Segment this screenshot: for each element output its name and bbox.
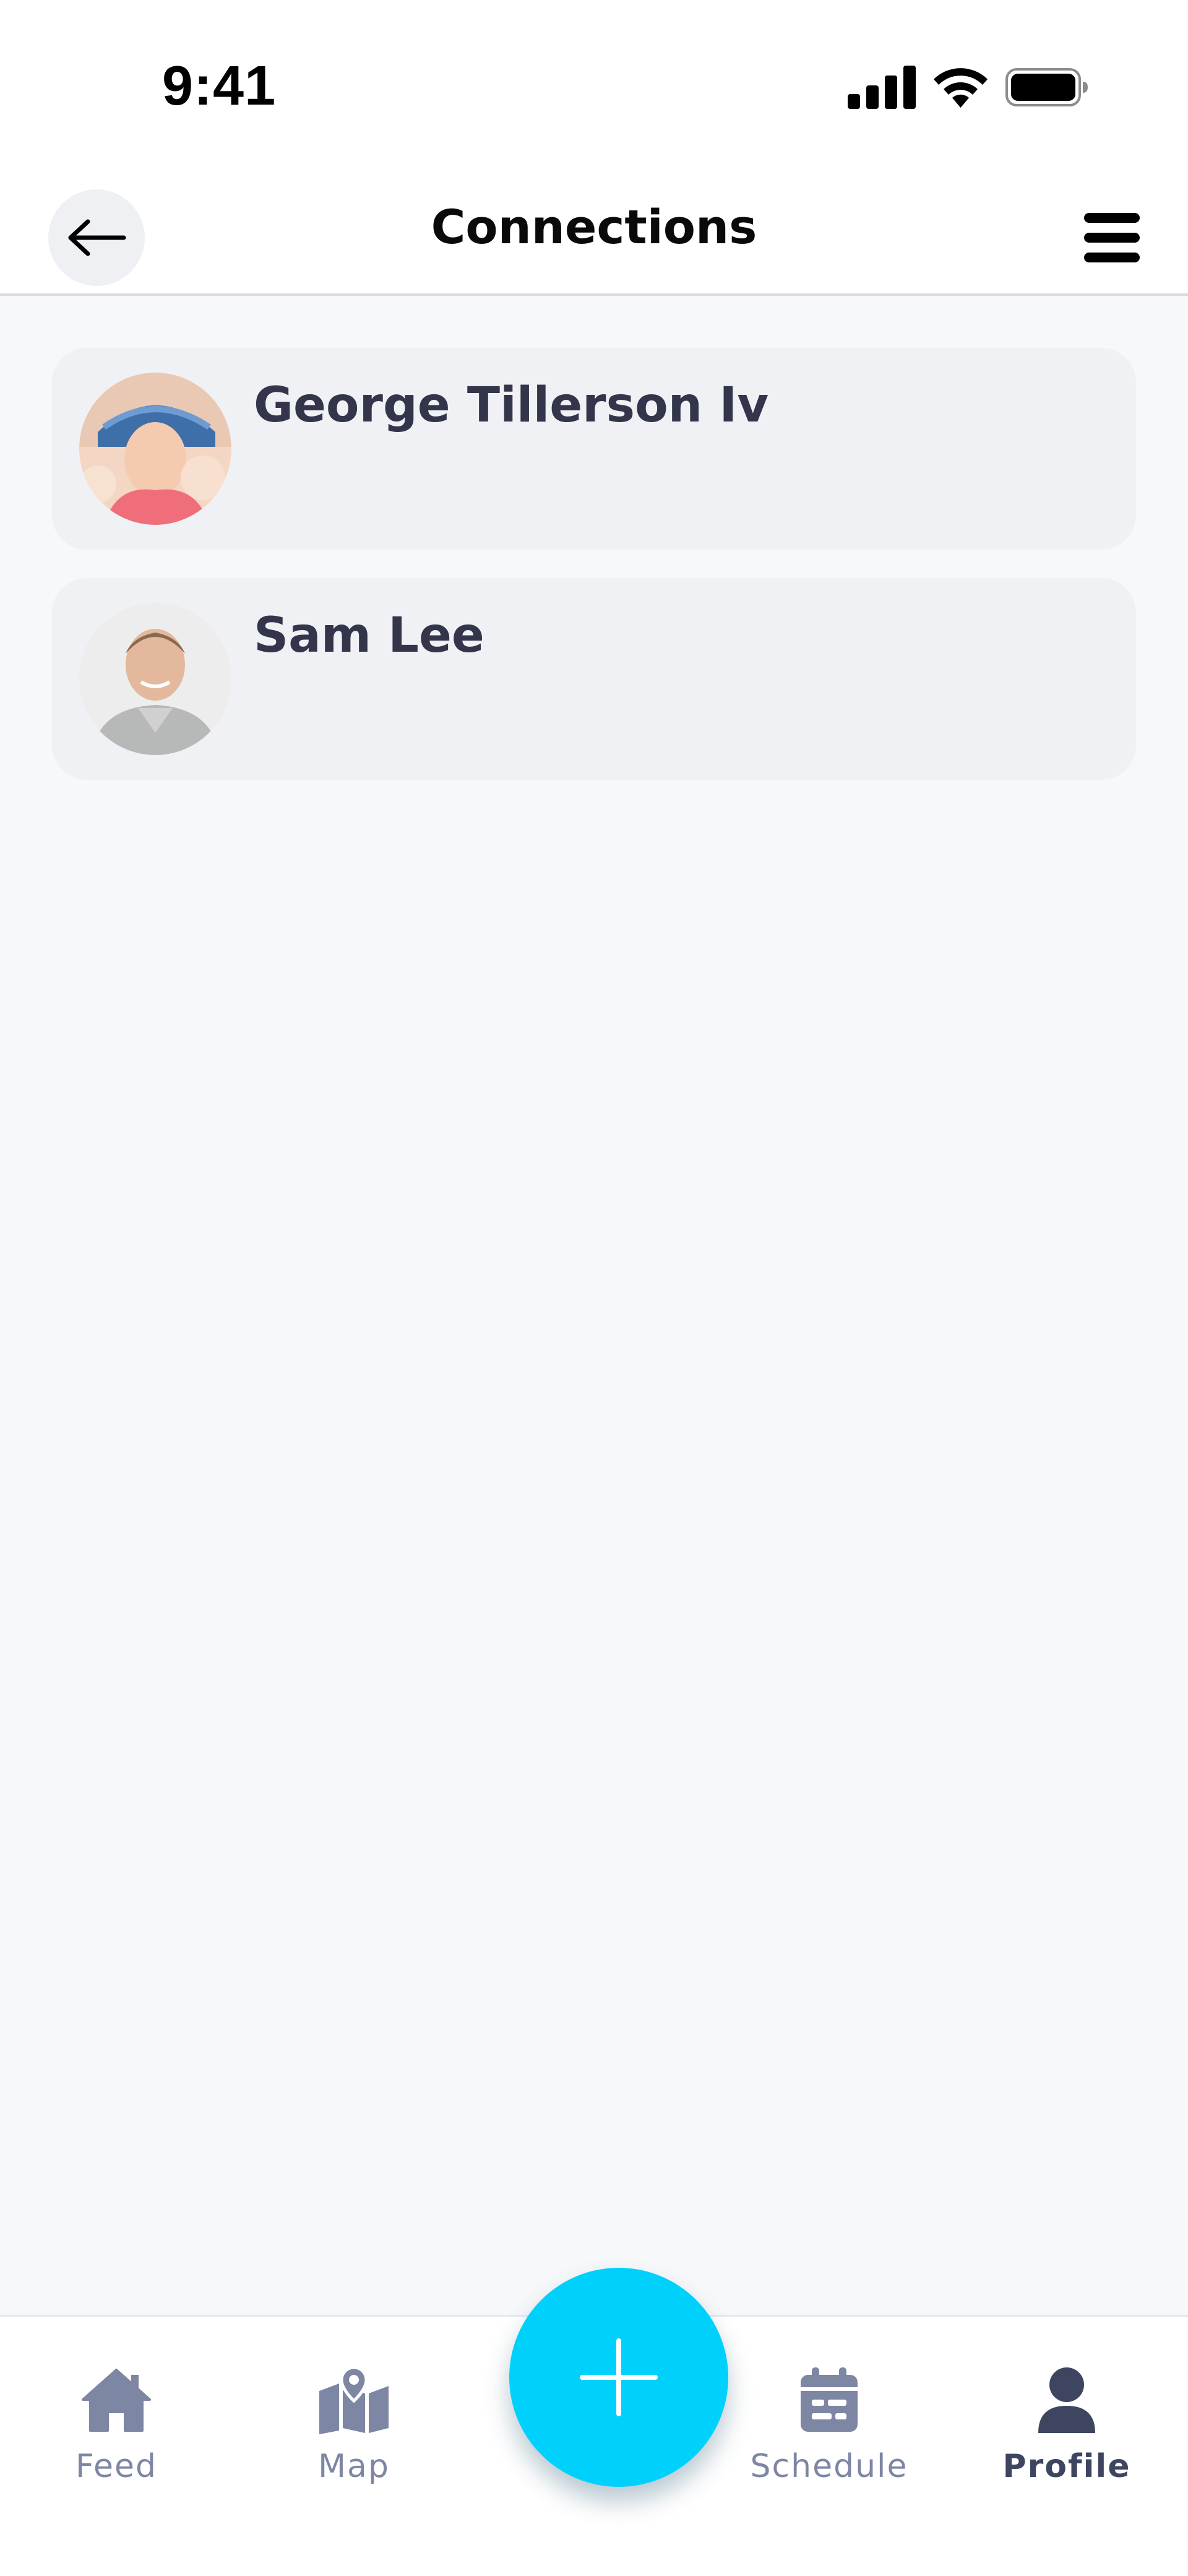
connection-name: George Tillerson Iv	[254, 378, 769, 433]
nav-item-schedule[interactable]: Schedule	[730, 2366, 928, 2502]
nav-label: Feed	[75, 2448, 158, 2485]
header: Connections	[0, 173, 1188, 296]
status-bar: 9:41	[0, 0, 1188, 173]
nav-label: Schedule	[750, 2448, 908, 2485]
connections-list: George Tillerson Iv Sam Lee	[52, 348, 1136, 808]
battery-icon	[1005, 68, 1088, 106]
wifi-icon	[934, 68, 988, 108]
connection-card-sam[interactable]: Sam Lee	[52, 578, 1136, 780]
connection-card-george[interactable]: George Tillerson Iv	[52, 348, 1136, 550]
nav-label: Map	[318, 2448, 390, 2485]
nav-label: Profile	[1002, 2448, 1131, 2485]
home-icon	[82, 2369, 151, 2432]
signal-icon	[848, 66, 916, 109]
map-icon	[319, 2366, 389, 2434]
hamburger-menu-icon[interactable]	[1084, 213, 1140, 262]
connection-name: Sam Lee	[254, 608, 484, 663]
avatar	[79, 603, 231, 755]
status-time: 9:41	[162, 55, 277, 117]
add-button[interactable]	[509, 2268, 728, 2487]
avatar	[79, 373, 231, 525]
page-title: Connections	[431, 199, 757, 254]
status-icons	[848, 66, 1095, 109]
user-icon	[1038, 2367, 1095, 2433]
calendar-icon	[801, 2367, 858, 2432]
nav-item-feed[interactable]: Feed	[17, 2366, 215, 2502]
nav-item-profile[interactable]: Profile	[968, 2366, 1166, 2502]
plus-icon	[580, 2338, 658, 2416]
nav-item-map[interactable]: Map	[255, 2366, 453, 2502]
